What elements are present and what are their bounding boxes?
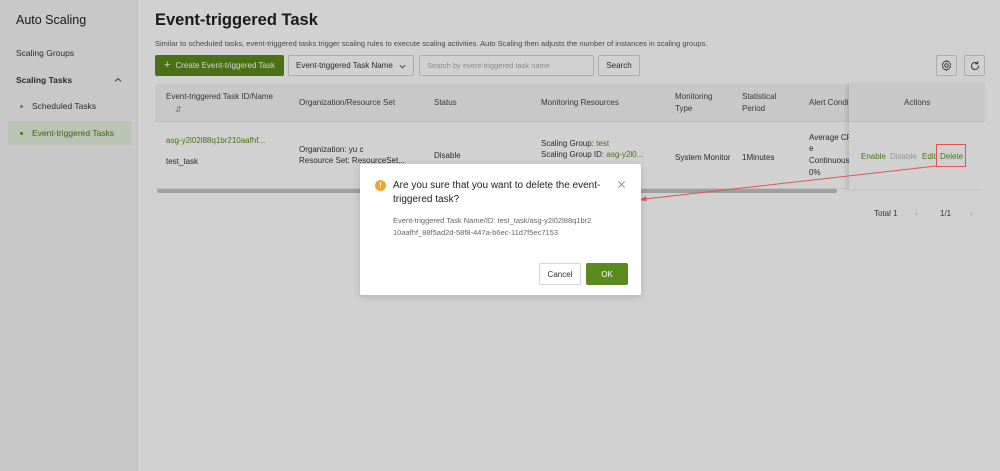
ok-button[interactable]: OK xyxy=(586,263,628,285)
cancel-button[interactable]: Cancel xyxy=(539,263,581,285)
close-icon[interactable] xyxy=(617,180,626,189)
warning-icon: ! xyxy=(375,180,386,191)
dialog-body: Event-triggered Task Name/ID: test_task/… xyxy=(393,216,592,237)
delete-highlight-box xyxy=(936,144,966,167)
dialog-title: Are you sure that you want to delete the… xyxy=(393,180,601,205)
delete-confirm-dialog: ! Are you sure that you want to delete t… xyxy=(360,164,641,295)
